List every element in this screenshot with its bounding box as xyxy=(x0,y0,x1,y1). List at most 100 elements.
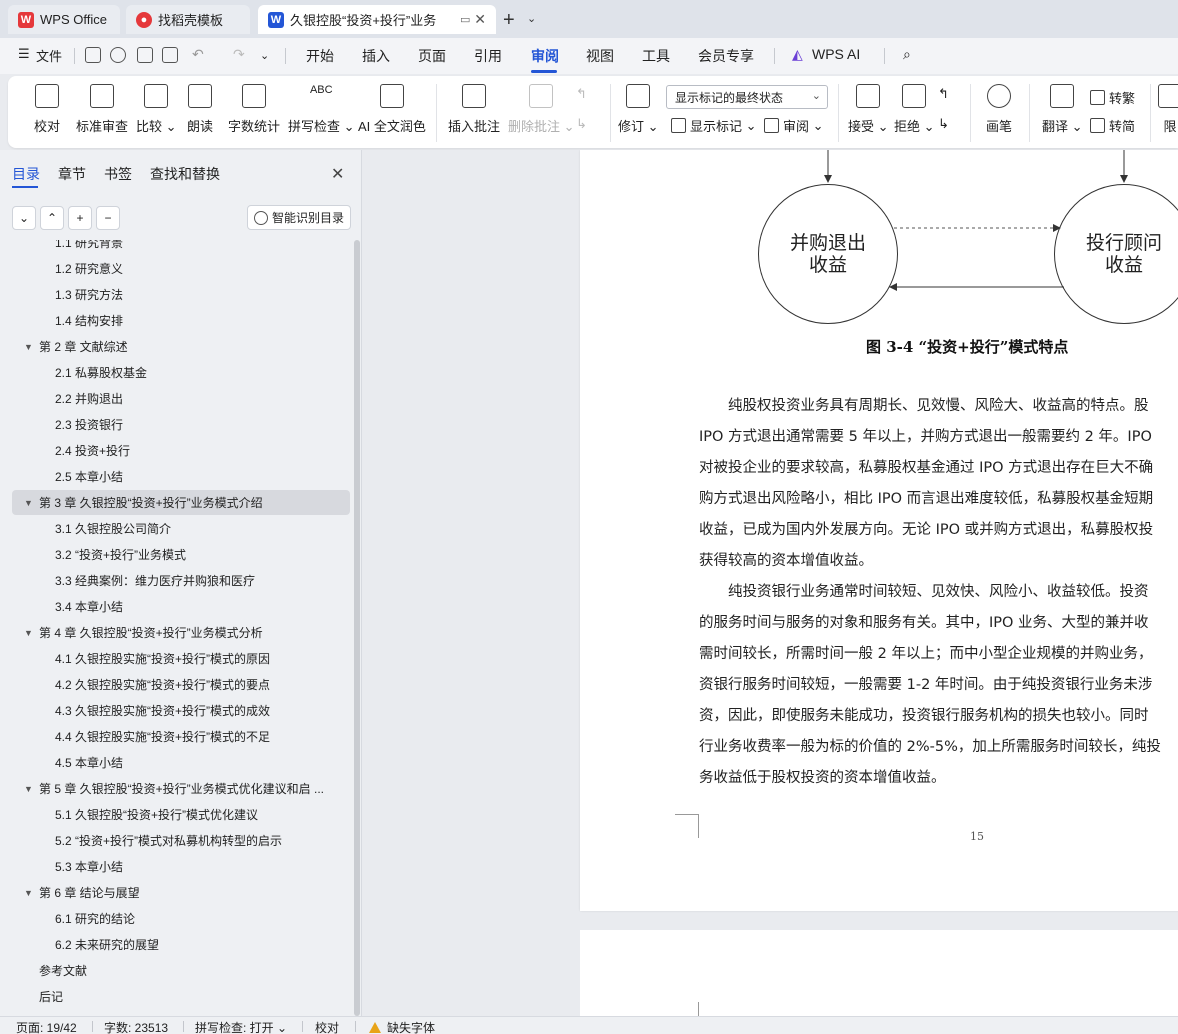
toc-item[interactable]: 2.1 私募股权基金 xyxy=(12,360,350,385)
toc-item[interactable]: 后记 xyxy=(12,984,350,1009)
toc-item[interactable]: 5.1 久银控股“投资+投行”模式优化建议 xyxy=(12,802,350,827)
to-traditional-button[interactable]: 转繁 xyxy=(1090,88,1135,107)
toc-item[interactable]: 3.2 “投资+投行”业务模式 xyxy=(12,542,350,567)
expand-triangle-icon[interactable]: ▼ xyxy=(24,784,33,794)
toc-item[interactable]: ▼ 第 6 章 结论与展望 xyxy=(12,880,350,905)
status-page[interactable]: 页面: 19/42 xyxy=(16,1019,77,1034)
menu-page[interactable]: 页面 xyxy=(418,46,446,66)
toc-item[interactable]: 2.5 本章小结 xyxy=(12,464,350,489)
tab-bookmarks[interactable]: 书签 xyxy=(104,164,132,184)
undo-icon[interactable]: ↶ xyxy=(192,46,204,63)
close-tab-icon[interactable]: ✕ xyxy=(474,11,486,28)
print-preview-icon[interactable] xyxy=(162,47,178,63)
menu-view[interactable]: 视图 xyxy=(586,46,614,66)
toc-item[interactable]: 3.4 本章小结 xyxy=(12,594,350,619)
menu-file[interactable]: 文件 xyxy=(36,46,62,65)
add-heading-button[interactable]: + xyxy=(68,206,92,230)
chevron-down-icon[interactable]: ⌄ xyxy=(527,12,536,25)
status-proofread[interactable]: 校对 xyxy=(315,1019,339,1034)
search-icon[interactable]: ⌕ xyxy=(903,46,911,63)
tab-chapters[interactable]: 章节 xyxy=(58,164,86,184)
toc-item[interactable]: 5.3 本章小结 xyxy=(12,854,350,879)
redo-icon[interactable]: ↷ xyxy=(233,46,245,63)
toc-item[interactable]: 3.1 久银控股公司简介 xyxy=(12,516,350,541)
toc-item[interactable]: ▼ 第 2 章 文献综述 xyxy=(12,334,350,359)
print-icon[interactable] xyxy=(137,47,153,63)
menu-member[interactable]: 会员专享 xyxy=(698,46,754,66)
toc-item[interactable]: 4.5 本章小结 xyxy=(12,750,350,775)
toc-item[interactable]: 4.2 久银控股实施“投资+投行”模式的要点 xyxy=(12,672,350,697)
next-comment-icon[interactable]: ↳ xyxy=(576,116,587,132)
toc-item[interactable]: 3.3 经典案例：维力医疗并购狼和医疗 xyxy=(12,568,350,593)
toc-item[interactable]: 2.4 投资+投行 xyxy=(12,438,350,463)
toc-item[interactable]: 4.4 久银控股实施“投资+投行”模式的不足 xyxy=(12,724,350,749)
expand-triangle-icon[interactable]: ▼ xyxy=(24,342,33,352)
toc-item[interactable]: 6.2 未来研究的展望 xyxy=(12,932,350,957)
prev-comment-icon[interactable]: ↰ xyxy=(576,86,587,102)
proofread-button[interactable]: 校对 xyxy=(34,84,60,142)
status-word-count[interactable]: 字数: 23513 xyxy=(104,1019,168,1034)
insert-comment-button[interactable]: 插入批注 xyxy=(448,84,500,142)
remove-heading-button[interactable]: − xyxy=(96,206,120,230)
markup-mode-select[interactable]: 显示标记的最终状态 ⌄ xyxy=(666,85,828,109)
close-icon[interactable]: ✕ xyxy=(331,164,344,184)
tab-find-replace[interactable]: 查找和替换 xyxy=(150,164,220,184)
show-markup-button[interactable]: 显示标记 ⌄ xyxy=(671,116,757,135)
toc-item[interactable]: 2.3 投资银行 xyxy=(12,412,350,437)
read-aloud-button[interactable]: 朗读 xyxy=(187,84,213,142)
expand-triangle-icon[interactable]: ▼ xyxy=(24,628,33,638)
expand-triangle-icon[interactable]: ▼ xyxy=(24,498,33,508)
tab-wps-office[interactable]: W WPS Office xyxy=(8,5,120,34)
toc-item[interactable]: 1.3 研究方法 xyxy=(12,282,350,307)
new-tab-icon[interactable]: + xyxy=(503,9,515,32)
hamburger-icon[interactable]: ☰ xyxy=(18,46,30,62)
spell-check-button[interactable]: ABC 拼写检查 ⌄ xyxy=(288,84,355,142)
toc-item[interactable]: 1.2 研究意义 xyxy=(12,256,350,281)
compare-button[interactable]: 比较 ⌄ xyxy=(136,84,177,142)
menu-home[interactable]: 开始 xyxy=(306,46,334,66)
attach-icon[interactable] xyxy=(110,47,126,63)
prev-change-icon[interactable]: ↰ xyxy=(938,86,949,102)
track-changes-button[interactable]: 修订 ⌄ xyxy=(618,84,659,142)
toc-item[interactable]: 2.2 并购退出 xyxy=(12,386,350,411)
toc-item[interactable]: ▼ 第 3 章 久银控股“投资+投行”业务模式介绍 xyxy=(12,490,350,515)
toc-item[interactable]: ▼ 第 5 章 久银控股“投资+投行”业务模式优化建议和启 ... xyxy=(12,776,350,801)
menu-insert[interactable]: 插入 xyxy=(362,46,390,66)
toc-item[interactable]: 1.4 结构安排 xyxy=(12,308,350,333)
collapse-up-button[interactable]: ⌃ xyxy=(40,206,64,230)
toc-item[interactable]: 6.1 研究的结论 xyxy=(12,906,350,931)
delete-comment-button[interactable]: 删除批注 ⌄ xyxy=(508,84,575,142)
menu-review[interactable]: 审阅 xyxy=(531,46,559,66)
chevron-down-icon[interactable]: ⌄ xyxy=(260,49,269,62)
toc-item[interactable]: 1.1 研究背景 xyxy=(12,240,350,255)
restrict-button[interactable]: 限 xyxy=(1158,84,1178,142)
tab-document[interactable]: W 久银控股“投资+投行”业务 ▭ ✕ xyxy=(258,5,496,34)
toc-item[interactable]: 参考文献 xyxy=(12,958,350,983)
word-count-button[interactable]: 字数统计 xyxy=(228,84,280,142)
expand-triangle-icon[interactable]: ▼ xyxy=(24,888,33,898)
menu-references[interactable]: 引用 xyxy=(474,46,502,66)
toc-item[interactable]: 4.1 久银控股实施“投资+投行”模式的原因 xyxy=(12,646,350,671)
tab-toc[interactable]: 目录 xyxy=(12,164,40,184)
toc-item[interactable]: 4.3 久银控股实施“投资+投行”模式的成效 xyxy=(12,698,350,723)
tab-docer[interactable]: ● 找稻壳模板 xyxy=(126,5,250,34)
status-spell-check[interactable]: 拼写检查: 打开 ⌄ xyxy=(195,1019,287,1034)
ai-polish-button[interactable]: AI 全文润色 xyxy=(358,84,426,142)
smart-toc-button[interactable]: 智能识别目录 xyxy=(247,205,351,230)
standard-review-button[interactable]: 标准审查 xyxy=(76,84,128,142)
accept-button[interactable]: 接受 ⌄ xyxy=(848,84,889,142)
menu-tools[interactable]: 工具 xyxy=(642,46,670,66)
expand-down-button[interactable]: ⌄ xyxy=(12,206,36,230)
toc-item[interactable]: 5.2 “投资+投行”模式对私募机构转型的启示 xyxy=(12,828,350,853)
review-pane-button[interactable]: 审阅 ⌄ xyxy=(764,116,824,135)
to-simplified-button[interactable]: 转简 xyxy=(1090,116,1135,135)
toc-item[interactable]: ▼ 第 4 章 久银控股“投资+投行”业务模式分析 xyxy=(12,620,350,645)
pen-button[interactable]: 画笔 xyxy=(986,84,1012,142)
scrollbar[interactable] xyxy=(354,240,360,1016)
next-change-icon[interactable]: ↳ xyxy=(938,116,949,132)
menu-wps-ai[interactable]: WPS AI xyxy=(812,46,860,62)
reject-button[interactable]: 拒绝 ⌄ xyxy=(894,84,935,142)
status-missing-font[interactable]: 缺失字体 xyxy=(369,1019,435,1034)
save-icon[interactable] xyxy=(85,47,101,63)
translate-button[interactable]: 翻译 ⌄ xyxy=(1042,84,1083,142)
